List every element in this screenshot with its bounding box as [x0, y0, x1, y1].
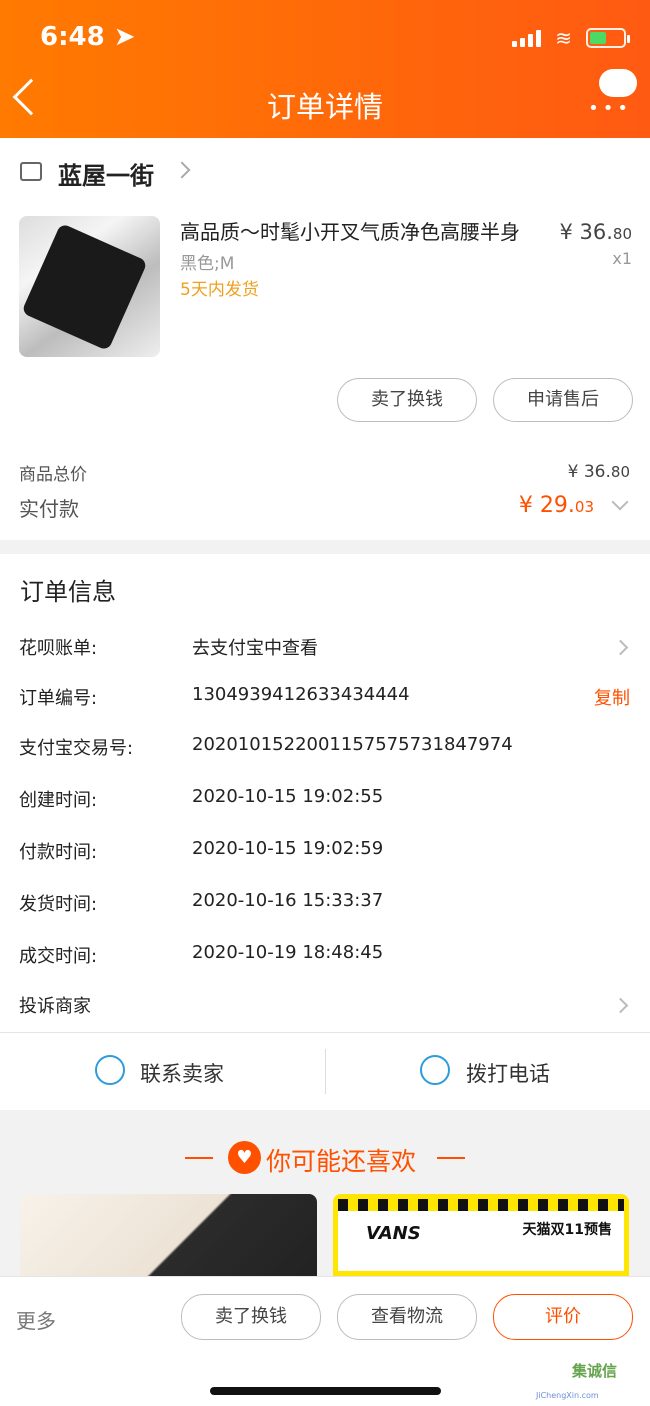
- deal-time-value: 2020-10-19 18:48:45: [192, 942, 384, 963]
- product-price: ¥ 36.80: [559, 220, 632, 244]
- alipay-trade-label: 支付宝交易号:: [19, 738, 134, 759]
- contact-bar: 联系卖家 拨打电话: [0, 1032, 650, 1110]
- more-link[interactable]: 更多: [16, 1305, 56, 1334]
- divider: [437, 1157, 465, 1159]
- home-indicator: [210, 1387, 441, 1395]
- recommend-title: 你可能还喜欢: [266, 1147, 417, 1176]
- watermark-text: 集诚信: [572, 1362, 618, 1380]
- shipping-time-value: 2020-10-16 15:33:37: [192, 890, 384, 911]
- after-sales-button[interactable]: 申请售后: [493, 378, 633, 422]
- product-quantity: x1: [612, 249, 632, 268]
- sell-button[interactable]: 卖了换钱: [181, 1294, 321, 1340]
- order-number-row: 订单编号: 1304939412633434444 复制: [0, 684, 650, 724]
- product-spec: 黑色;M: [180, 254, 235, 274]
- heart-icon: ♥: [228, 1141, 261, 1174]
- checkerboard-pattern: [338, 1199, 624, 1211]
- product-title[interactable]: 高品质～时髦小开叉气质净色高腰半身: [180, 216, 540, 245]
- divider: [185, 1157, 213, 1159]
- battery-icon: [586, 28, 630, 48]
- huabei-label: 花呗账单:: [19, 638, 98, 659]
- message-icon: [95, 1055, 125, 1085]
- location-arrow-icon: ➤: [113, 22, 136, 52]
- recommendations: ♥ 你可能还喜欢 VANS 天猫双11预售: [0, 1110, 650, 1276]
- contact-seller-label: 联系卖家: [140, 1062, 224, 1086]
- complaint-row[interactable]: 投诉商家: [0, 992, 650, 1032]
- call-phone-label: 拨打电话: [466, 1062, 550, 1086]
- presale-label: 天猫双11预售: [522, 1222, 612, 1238]
- top-bar: 6:48 ➤ ≋ 订单详情 •••: [0, 0, 650, 138]
- order-item-panel: 蓝屋一街 高品质～时髦小开叉气质净色高腰半身 ¥ 36.80 黑色;M x1 5…: [0, 138, 650, 540]
- shop-name[interactable]: 蓝屋一街: [58, 156, 154, 191]
- brand-logo: VANS: [366, 1223, 421, 1244]
- complaint-label: 投诉商家: [19, 996, 91, 1017]
- store-icon: [20, 162, 42, 181]
- page-title: 订单详情: [266, 90, 383, 124]
- shipping-time-label: 发货时间:: [19, 894, 98, 915]
- chevron-right-icon[interactable]: [173, 161, 191, 179]
- deal-time-row: 成交时间: 2020-10-19 18:48:45: [0, 942, 650, 982]
- created-time-value: 2020-10-15 19:02:55: [192, 786, 384, 807]
- shipping-time-row: 发货时间: 2020-10-16 15:33:37: [0, 890, 650, 930]
- total-price: ¥ 36.80: [567, 462, 630, 482]
- alipay-trade-row: 支付宝交易号: 2020101522001157575731847974: [0, 734, 650, 774]
- order-info-panel: 订单信息 花呗账单: 去支付宝中查看 订单编号: 130493941263343…: [0, 554, 650, 1032]
- chevron-right-icon: [612, 997, 629, 1014]
- skirt-image: [21, 222, 148, 352]
- chat-icon[interactable]: [599, 69, 637, 97]
- view-logistics-button[interactable]: 查看物流: [337, 1294, 477, 1340]
- paid-amount-label: 实付款: [19, 497, 79, 521]
- more-dots-icon[interactable]: •••: [588, 98, 632, 119]
- chevron-right-icon: [612, 639, 629, 656]
- alipay-trade-value: 2020101522001157575731847974: [192, 734, 513, 755]
- sell-item-button[interactable]: 卖了换钱: [337, 378, 477, 422]
- watermark-subtext: JiChengXin.com: [536, 1391, 599, 1400]
- product-thumbnail[interactable]: [19, 216, 160, 357]
- huabei-row[interactable]: 花呗账单: 去支付宝中查看: [0, 634, 650, 674]
- recommend-card[interactable]: VANS 天猫双11预售: [333, 1194, 629, 1276]
- watermark: 集诚信 JiChengXin.com: [534, 1355, 650, 1406]
- huabei-value: 去支付宝中查看: [192, 638, 318, 659]
- delivery-promise: 5天内发货: [180, 280, 259, 300]
- paid-amount: ¥ 29.03: [518, 493, 594, 518]
- payment-time-row: 付款时间: 2020-10-15 19:02:59: [0, 838, 650, 878]
- signal-icon: [512, 29, 542, 47]
- payment-time-label: 付款时间:: [19, 842, 98, 863]
- status-icons: ≋: [512, 26, 630, 50]
- deal-time-label: 成交时间:: [19, 946, 98, 967]
- order-number-label: 订单编号:: [19, 688, 98, 709]
- phone-icon: [420, 1055, 450, 1085]
- order-number-value: 1304939412633434444: [192, 684, 410, 705]
- wifi-icon: ≋: [555, 26, 572, 50]
- chevron-down-icon[interactable]: [611, 493, 629, 511]
- order-info-title: 订单信息: [20, 578, 116, 606]
- created-time-row: 创建时间: 2020-10-15 19:02:55: [0, 786, 650, 826]
- copy-button[interactable]: 复制: [594, 684, 630, 710]
- recommend-card[interactable]: [20, 1194, 317, 1276]
- created-time-label: 创建时间:: [19, 790, 98, 811]
- status-time: 6:48 ➤: [40, 22, 136, 52]
- total-price-label: 商品总价: [19, 465, 87, 485]
- divider: [325, 1049, 326, 1094]
- review-button[interactable]: 评价: [493, 1294, 633, 1340]
- payment-time-value: 2020-10-15 19:02:59: [192, 838, 384, 859]
